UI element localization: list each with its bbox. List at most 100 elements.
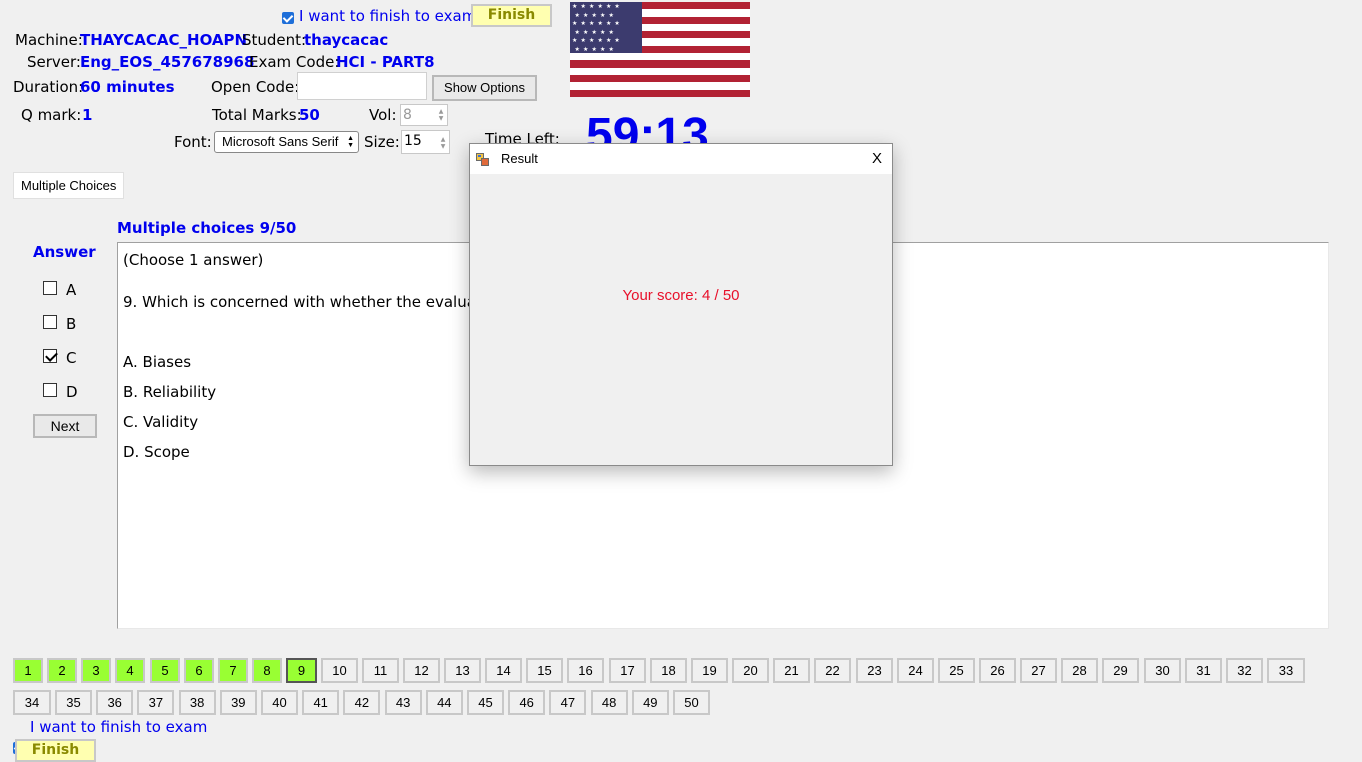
question-heading: Multiple choices 9/50 bbox=[117, 219, 297, 237]
question-nav-button-38[interactable]: 38 bbox=[178, 690, 216, 715]
tab-multiple-choices[interactable]: Multiple Choices bbox=[13, 172, 125, 199]
answer-label-a[interactable]: A bbox=[66, 281, 76, 299]
question-nav-button-8[interactable]: 8 bbox=[252, 658, 282, 683]
question-nav-button-35[interactable]: 35 bbox=[55, 690, 92, 715]
question-nav-button-20[interactable]: 20 bbox=[732, 658, 769, 683]
question-nav-button-6[interactable]: 6 bbox=[184, 658, 214, 683]
question-nav-button-7[interactable]: 7 bbox=[218, 658, 248, 683]
next-button[interactable]: Next bbox=[33, 414, 97, 438]
question-nav-button-10[interactable]: 10 bbox=[321, 658, 358, 683]
app-window-icon bbox=[476, 152, 489, 166]
question-nav-button-28[interactable]: 28 bbox=[1061, 658, 1098, 683]
question-nav-button-37[interactable]: 37 bbox=[137, 690, 175, 715]
exam-code-value: HCI - PART8 bbox=[336, 53, 435, 71]
flag-stripe bbox=[570, 60, 750, 68]
answer-label-c[interactable]: C bbox=[66, 349, 76, 367]
question-nav-button-41[interactable]: 41 bbox=[302, 690, 340, 715]
font-select-value: Microsoft Sans Serif bbox=[222, 134, 339, 149]
question-nav-button-9[interactable]: 9 bbox=[286, 658, 317, 683]
question-nav-button-24[interactable]: 24 bbox=[897, 658, 934, 683]
question-nav-button-15[interactable]: 15 bbox=[526, 658, 563, 683]
question-nav-button-50[interactable]: 50 bbox=[673, 690, 710, 715]
question-nav-button-29[interactable]: 29 bbox=[1102, 658, 1139, 683]
question-instruction: (Choose 1 answer) bbox=[123, 251, 264, 269]
font-label: Font: bbox=[174, 133, 212, 151]
machine-label: Machine: bbox=[15, 31, 83, 49]
question-option: A. Biases bbox=[123, 353, 192, 371]
question-nav-button-43[interactable]: 43 bbox=[384, 690, 422, 715]
finish-checkbox-label-bottom: I want to finish to exam bbox=[30, 718, 208, 736]
question-nav-button-23[interactable]: 23 bbox=[856, 658, 893, 683]
question-nav-button-4[interactable]: 4 bbox=[115, 658, 145, 683]
answer-checkbox-d[interactable] bbox=[43, 383, 57, 397]
question-nav-button-36[interactable]: 36 bbox=[96, 690, 134, 715]
flag-stars: ★ ★ ★ ★ ★ ★ ★ ★ ★ ★ ★ ★ ★ ★ ★ ★ ★ ★ ★ ★ ★… bbox=[570, 2, 642, 53]
server-label: Server: bbox=[27, 53, 81, 71]
answer-label-d[interactable]: D bbox=[66, 383, 78, 401]
question-nav-button-42[interactable]: 42 bbox=[343, 690, 381, 715]
question-nav-button-12[interactable]: 12 bbox=[403, 658, 440, 683]
flag-stripe bbox=[570, 82, 750, 90]
question-nav-button-16[interactable]: 16 bbox=[567, 658, 604, 683]
question-nav-button-34[interactable]: 34 bbox=[13, 690, 51, 715]
question-nav-button-39[interactable]: 39 bbox=[219, 690, 257, 715]
question-option: B. Reliability bbox=[123, 383, 217, 401]
question-nav-button-18[interactable]: 18 bbox=[650, 658, 687, 683]
question-nav-button-31[interactable]: 31 bbox=[1185, 658, 1222, 683]
spinner-arrows-icon[interactable]: ▲ ▼ bbox=[437, 108, 445, 122]
answer-checkbox-a[interactable] bbox=[43, 281, 57, 295]
question-nav-button-27[interactable]: 27 bbox=[1020, 658, 1057, 683]
question-nav-button-25[interactable]: 25 bbox=[938, 658, 975, 683]
question-nav-button-32[interactable]: 32 bbox=[1226, 658, 1263, 683]
duration-value: 60 minutes bbox=[80, 78, 175, 96]
vol-spinner[interactable]: 8 ▲ ▼ bbox=[400, 104, 448, 126]
question-nav-button-44[interactable]: 44 bbox=[425, 690, 463, 715]
question-nav-button-48[interactable]: 48 bbox=[590, 690, 628, 715]
question-nav-button-14[interactable]: 14 bbox=[485, 658, 522, 683]
font-select[interactable]: Microsoft Sans Serif ▲ ▼ bbox=[214, 131, 359, 153]
flag-stripe bbox=[570, 89, 750, 97]
total-marks-label: Total Marks: bbox=[212, 106, 302, 124]
finish-button-top[interactable]: Finish bbox=[471, 4, 552, 27]
question-nav-button-13[interactable]: 13 bbox=[444, 658, 481, 683]
question-nav-button-17[interactable]: 17 bbox=[609, 658, 646, 683]
question-option: C. Validity bbox=[123, 413, 199, 431]
total-marks-value: 50 bbox=[299, 106, 320, 124]
question-nav-button-33[interactable]: 33 bbox=[1267, 658, 1305, 683]
q-mark-label: Q mark: bbox=[21, 106, 82, 124]
question-nav-button-22[interactable]: 22 bbox=[814, 658, 851, 683]
question-nav-button-5[interactable]: 5 bbox=[150, 658, 180, 683]
question-nav-button-49[interactable]: 49 bbox=[631, 690, 669, 715]
duration-label: Duration: bbox=[13, 78, 84, 96]
finish-button-bottom[interactable]: Finish bbox=[15, 739, 96, 762]
question-nav-button-30[interactable]: 30 bbox=[1144, 658, 1181, 683]
vol-label: Vol: bbox=[369, 106, 397, 124]
us-flag-icon: ★ ★ ★ ★ ★ ★ ★ ★ ★ ★ ★ ★ ★ ★ ★ ★ ★ ★ ★ ★ ★… bbox=[570, 2, 750, 97]
finish-checkbox-top[interactable] bbox=[282, 12, 294, 24]
close-icon[interactable]: X bbox=[872, 150, 882, 167]
question-nav-button-1[interactable]: 1 bbox=[13, 658, 43, 683]
q-mark-value: 1 bbox=[82, 106, 93, 124]
answer-checkbox-c[interactable] bbox=[43, 349, 57, 363]
answer-label-b[interactable]: B bbox=[66, 315, 76, 333]
question-nav-button-46[interactable]: 46 bbox=[508, 690, 546, 715]
question-nav-button-3[interactable]: 3 bbox=[81, 658, 111, 683]
exam-code-label: Exam Code: bbox=[249, 53, 340, 71]
size-spinner[interactable]: 15 ▲ ▼ bbox=[401, 130, 450, 154]
question-nav-button-19[interactable]: 19 bbox=[691, 658, 728, 683]
vol-value: 8 bbox=[403, 107, 412, 123]
question-nav-button-2[interactable]: 2 bbox=[47, 658, 77, 683]
question-nav-button-47[interactable]: 47 bbox=[549, 690, 587, 715]
size-label: Size: bbox=[364, 133, 400, 151]
question-nav-button-11[interactable]: 11 bbox=[362, 658, 399, 683]
open-code-label: Open Code: bbox=[211, 78, 300, 96]
show-options-button[interactable]: Show Options bbox=[432, 75, 537, 101]
open-code-input[interactable] bbox=[297, 72, 427, 100]
question-nav-button-21[interactable]: 21 bbox=[773, 658, 810, 683]
spinner-arrows-icon[interactable]: ▲ ▼ bbox=[439, 136, 447, 150]
size-value: 15 bbox=[404, 133, 422, 149]
answer-checkbox-b[interactable] bbox=[43, 315, 57, 329]
question-nav-button-45[interactable]: 45 bbox=[467, 690, 504, 715]
question-nav-button-40[interactable]: 40 bbox=[261, 690, 298, 715]
question-nav-button-26[interactable]: 26 bbox=[979, 658, 1016, 683]
